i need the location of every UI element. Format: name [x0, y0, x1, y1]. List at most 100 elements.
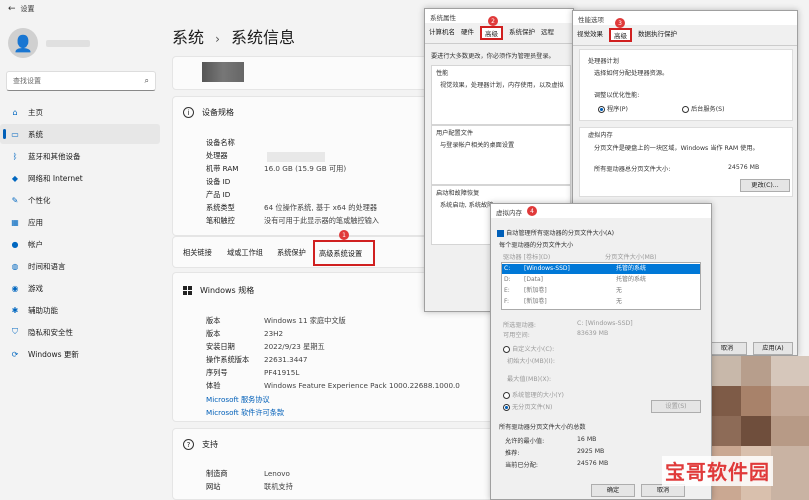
- ms-license-terms-link[interactable]: Microsoft 软件许可条款: [206, 406, 284, 419]
- domain-workgroup-link[interactable]: 域或工作组: [227, 248, 263, 258]
- drive-row[interactable]: F: [新加卷] 无: [502, 297, 700, 307]
- currently-allocated-value: 24576 MB: [577, 460, 609, 467]
- support-title: 支持: [202, 440, 218, 449]
- tab-dep[interactable]: 数据执行保护: [638, 28, 677, 42]
- tab-system-protection[interactable]: 系统保护: [509, 26, 535, 40]
- sidebar-item-1[interactable]: ▭ 系统: [0, 124, 160, 144]
- sidebar-item-9[interactable]: ✱ 辅助功能: [0, 300, 160, 320]
- user-profiles-desc: 与登录帐户相关的桌面设置: [440, 142, 515, 149]
- processor-scheduling-group: 处理器计划 选择如何分配处理器资源。 调整以优化性能: 程序(P) 后台服务(S…: [579, 49, 793, 121]
- drive-letter: F:: [504, 298, 510, 305]
- related-links-label: 相关链接: [183, 248, 212, 257]
- device-image: [202, 62, 244, 82]
- help-icon: ?: [183, 439, 194, 450]
- spec-value: 23H2: [264, 329, 284, 338]
- ms-links: Microsoft 服务协议 Microsoft 软件许可条款: [206, 393, 284, 419]
- window-title: 设置: [20, 5, 35, 13]
- sidebar-item-5[interactable]: ▦ 应用: [0, 212, 160, 232]
- max-size-label: 最大值(MB)(X):: [507, 376, 552, 383]
- spec-key: 设备名称: [206, 138, 235, 147]
- no-paging-radio-dot: [503, 403, 510, 411]
- windows-specs-header[interactable]: Windows 规格: [183, 285, 254, 296]
- sidebar-item-8[interactable]: ◉ 游戏: [0, 278, 160, 298]
- custom-size-radio[interactable]: 自定义大小(C):: [503, 344, 554, 353]
- sidebar-item-10[interactable]: ⛉ 隐私和安全性: [0, 322, 160, 342]
- sidebar-item-label: 游戏: [28, 283, 43, 293]
- wifi-icon: ◆: [11, 173, 19, 183]
- drive-letter: D:: [504, 276, 511, 283]
- perf-apply-button[interactable]: 应用(A): [753, 342, 793, 355]
- size-column-header: 分页文件大小(MB): [605, 254, 657, 261]
- avatar[interactable]: 👤: [8, 28, 38, 58]
- drive-label: [Data]: [524, 276, 544, 283]
- set-button[interactable]: 设置(S): [651, 400, 701, 413]
- startup-recovery-desc: 系统启动, 系统故障: [440, 202, 494, 209]
- spec-value: Windows Feature Experience Pack 1000.226…: [264, 381, 460, 390]
- sidebar-item-4[interactable]: ✎ 个性化: [0, 190, 160, 210]
- advanced-system-settings-link[interactable]: 高级系统设置: [313, 240, 375, 266]
- windows-specs-title: Windows 规格: [200, 286, 255, 295]
- min-allowed-label: 允许的最小值:: [505, 438, 545, 445]
- sidebar-item-label: 个性化: [28, 195, 51, 205]
- drive-row[interactable]: C: [Windows-SSD] 托管的系统: [502, 264, 700, 274]
- system-managed-radio-dot: [503, 391, 510, 399]
- tab-computer-name[interactable]: 计算机名: [429, 26, 455, 40]
- virtual-memory-desc: 分页文件是硬盘上的一块区域，Windows 当作 RAM 使用。: [594, 145, 759, 152]
- manufacturer-key: 制造商: [206, 469, 228, 478]
- virtual-memory-label: 虚拟内存: [588, 132, 613, 139]
- tab-advanced[interactable]: 高级: [480, 26, 503, 40]
- processor-scheduling-desc: 选择如何分配处理器资源。: [594, 70, 669, 77]
- step-badge-2: 2: [488, 16, 498, 26]
- vm-ok-button[interactable]: 确定: [591, 484, 635, 497]
- adjust-for-label: 调整以优化性能:: [594, 92, 640, 99]
- sidebar-item-2[interactable]: ᛒ 蓝牙和其他设备: [0, 146, 160, 166]
- spec-value: PF41915L: [264, 368, 300, 377]
- sidebar-item-label: 隐私和安全性: [28, 327, 73, 337]
- online-support-link[interactable]: 联机支持: [264, 482, 293, 491]
- search-input[interactable]: 查找设置 ⌕: [6, 71, 156, 91]
- system-protection-link[interactable]: 系统保护: [277, 248, 306, 258]
- initial-size-label: 初始大小(MB)(I):: [507, 358, 555, 365]
- back-arrow-icon[interactable]: ←: [8, 4, 16, 14]
- tab-hardware[interactable]: 硬件: [461, 26, 474, 40]
- breadcrumb-parent[interactable]: 系统: [172, 28, 204, 47]
- sidebar-item-label: 帐户: [28, 239, 43, 249]
- drive-row[interactable]: D: [Data] 托管的系统: [502, 275, 700, 285]
- per-drive-label: 每个驱动器的分页文件大小: [499, 242, 574, 249]
- sidebar-item-0[interactable]: ⌂ 主页: [0, 102, 160, 122]
- support-header[interactable]: ? 支持: [183, 439, 218, 450]
- sidebar-item-7[interactable]: ◍ 时间和语言: [0, 256, 160, 276]
- sidebar-item-3[interactable]: ◆ 网络和 Internet: [0, 168, 160, 188]
- ms-service-agreement-link[interactable]: Microsoft 服务协议: [206, 393, 284, 406]
- sidebar-item-6[interactable]: ● 帐户: [0, 234, 160, 254]
- tab-visual-effects[interactable]: 视觉效果: [577, 28, 603, 42]
- spec-row: 体验 Windows Feature Experience Pack 1000.2…: [206, 379, 496, 392]
- support-card: ? 支持 制造商 Lenovo 网站 联机支持: [172, 428, 502, 500]
- device-specs-title: 设备规格: [202, 108, 234, 117]
- services-radio[interactable]: 后台服务(S): [682, 104, 725, 113]
- account-icon: ●: [11, 239, 19, 249]
- device-specs-header[interactable]: i 设备规格: [183, 107, 234, 118]
- active-indicator: [3, 129, 6, 139]
- tab-perf-advanced[interactable]: 高级: [609, 28, 632, 42]
- system-managed-radio[interactable]: 系统管理的大小(Y): [503, 390, 564, 399]
- drive-list[interactable]: C: [Windows-SSD] 托管的系统 D: [Data] 托管的系统 E: [新加卷]…: [501, 262, 701, 310]
- spec-key: 安装日期: [206, 342, 235, 351]
- sidebar-item-label: 时间和语言: [28, 261, 66, 271]
- drive-row[interactable]: E: [新加卷] 无: [502, 286, 700, 296]
- tab-remote[interactable]: 远程: [541, 26, 554, 40]
- free-space-value: 83639 MB: [577, 330, 609, 337]
- total-paging-title: 所有驱动器分页文件大小的总数: [499, 424, 586, 431]
- auto-manage-checkbox[interactable]: 自动管理所有驱动器的分页文件大小(A): [497, 228, 614, 237]
- spec-key: 笔和触控: [206, 216, 235, 225]
- step-badge-3: 3: [615, 18, 625, 28]
- change-button[interactable]: 更改(C)...: [740, 179, 790, 192]
- sidebar-item-11[interactable]: ⟳ Windows 更新: [0, 344, 160, 364]
- recommended-value: 2925 MB: [577, 448, 605, 455]
- perf-cancel-button[interactable]: 取消: [707, 342, 747, 355]
- no-paging-radio[interactable]: 无分页文件(N): [503, 402, 552, 411]
- brush-icon: ✎: [11, 195, 19, 205]
- total-paging-value: 24576 MB: [728, 164, 760, 171]
- drive-paging-size: 无: [616, 298, 623, 305]
- programs-radio[interactable]: 程序(P): [598, 104, 628, 113]
